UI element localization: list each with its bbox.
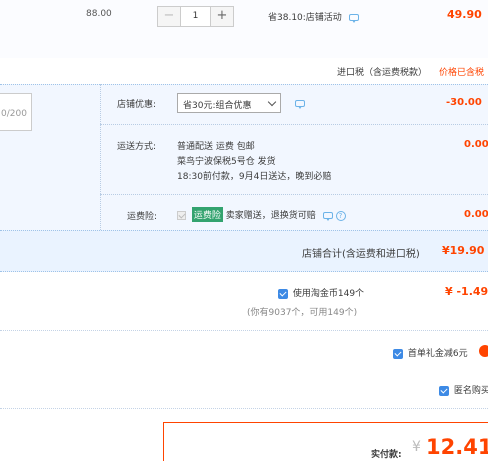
gift-checkbox[interactable] [393,348,403,359]
import-tax-label: 进口税（含运费税款） [337,68,428,78]
shipping-amount: 0.00 [464,139,488,150]
coins-available-note: (你有9037个，可用149个) [247,308,358,318]
shipping-warehouse: 菜鸟宁波保税5号仓 发货 [177,157,276,167]
item-discount-text: 省38.10:店铺活动 [268,13,342,23]
shop-total-value: ¥19.90 [442,244,485,257]
payment-currency: ¥ [412,439,421,455]
order-item-row: 88.00 − 1 + 省38.10:店铺活动 49.90 [0,0,488,58]
coins-amount: ¥ -1.49 [445,285,488,298]
anonymous-label: 匿名购买 [453,386,488,396]
insurance-amount: 0.00 [464,209,488,220]
panel-divider [100,84,101,230]
insurance-checkbox [177,211,186,220]
payment-amount: 12.41 [426,435,488,459]
gift-badge-icon [479,345,488,357]
shipping-eta: 18:30前付款，9月4日送达，晚到必赔 [177,172,332,182]
item-discount-note: 省38.10:店铺活动 [268,10,359,23]
insurance-option: 运费险 卖家赠送，退换货可赔 ? [177,207,346,222]
shipping-label: 运送方式: [117,142,157,152]
row-divider [100,124,488,125]
chat-icon[interactable] [295,100,305,109]
unit-price: 88.00 [86,9,112,19]
insurance-label: 运费险: [127,212,158,222]
memo-char-counter: 0/200 [1,109,27,119]
shipping-method: 普通配送 运费 包邮 [177,142,255,152]
gift-label: 首单礼金减6元 [407,349,468,359]
insurance-tag: 运费险 [191,207,223,222]
anonymous-option[interactable]: 匿名购买 [439,383,488,396]
section-divider [0,408,488,409]
shop-discount-select[interactable]: 省30元:组合优惠 [177,93,281,113]
payment-label: 实付款: [371,450,402,460]
buyer-memo-textarea[interactable]: 0/200 [0,93,32,131]
import-tax-value: 价格已含税 [439,68,485,78]
coins-checkbox[interactable] [278,288,288,299]
shop-discount-label: 店铺优惠: [117,100,157,110]
chat-icon[interactable] [322,212,333,221]
coins-option[interactable]: 使用淘金币149个 [278,286,364,299]
shop-discount-amount: -30.00 [446,97,482,108]
coins-label: 使用淘金币149个 [292,289,365,299]
quantity-input[interactable]: 1 [180,7,211,26]
help-icon[interactable]: ? [335,210,346,221]
decrease-quantity-button[interactable]: − [158,7,180,26]
increase-quantity-button[interactable]: + [211,7,233,26]
anonymous-checkbox[interactable] [439,385,449,396]
chevron-down-icon [267,97,277,107]
chat-icon[interactable] [348,14,359,23]
quantity-stepper[interactable]: − 1 + [157,6,234,27]
insurance-desc: 卖家赠送，退换货可赔 [225,211,316,221]
gift-option[interactable]: 首单礼金减6元 [393,346,468,359]
shop-total-label: 店铺合计(含运费和进口税) [302,249,420,260]
item-subtotal: 49.90 [447,8,482,21]
section-divider [0,330,488,331]
row-divider [100,194,488,195]
payment-summary-box: 实付款: ¥ 12.41 [163,422,488,461]
shop-discount-selected: 省30元:组合优惠 [183,101,252,111]
